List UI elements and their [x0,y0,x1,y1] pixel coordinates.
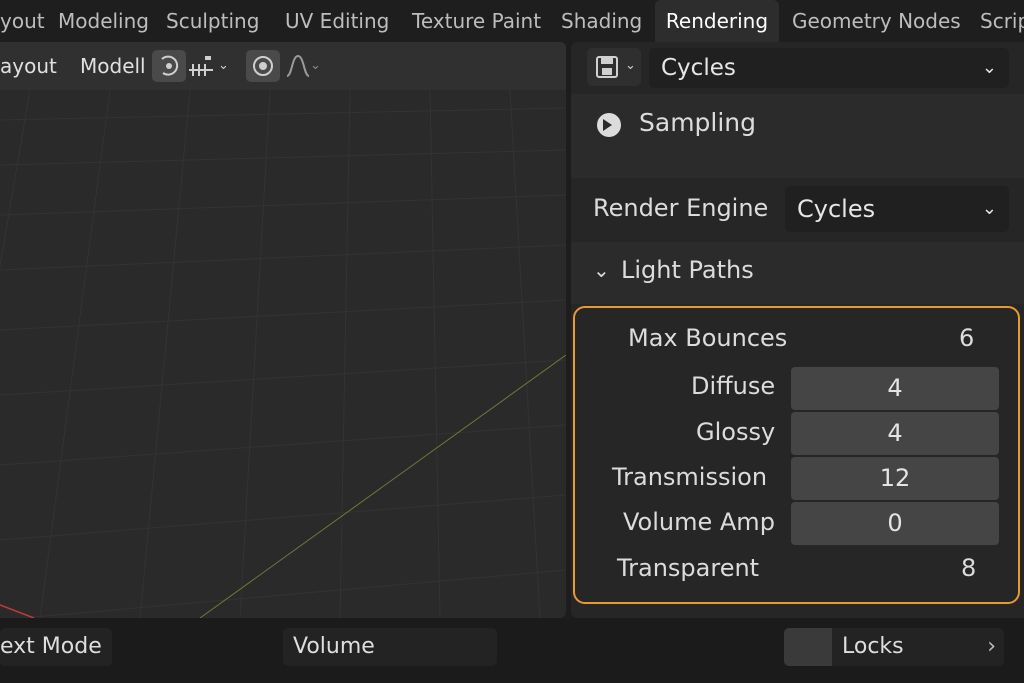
chevron-down-icon: ⌄ [981,198,997,219]
tab-layout[interactable]: yout [0,0,51,42]
tab-rendering[interactable]: Rendering [655,0,779,42]
locks-swatch [784,628,832,666]
render-engine-dropdown[interactable]: Cycles ⌄ [785,186,1009,232]
tab-sculpting[interactable]: Sculpting [162,0,263,42]
chevron-down-icon: ⌄ [218,58,229,73]
transparent-label: Transparent [617,554,760,582]
text-mode-button[interactable]: ext Mode [0,628,112,666]
glossy-field[interactable]: 4 [791,412,999,455]
tab-uv-editing[interactable]: UV Editing [281,0,393,42]
max-bounces-value[interactable]: 6 [959,324,974,352]
section-title: Sampling [639,108,757,137]
text-mode-label: ext Mode [0,634,102,659]
tab-scripting[interactable]: Scrip [976,0,1024,42]
max-bounces-label: Max Bounces [628,324,788,352]
workspace-tab-bar: yout Modeling Sculpting UV Editing Textu… [0,0,1024,42]
layout-menu[interactable]: ayout [0,42,57,90]
tab-modeling[interactable]: Modeling [54,0,153,42]
sampling-icon [597,113,621,137]
volume-amp-label: Volume Amp [623,508,775,536]
curve-falloff-icon[interactable]: ⌄ [284,50,326,82]
chevron-down-icon: ⌄ [625,58,636,73]
glossy-label: Glossy [696,418,776,446]
top-engine-value: Cycles [661,55,736,81]
chevron-down-icon: ⌄ [310,58,321,73]
viewport-header: ayout Modell ⌄ ⌄ [0,42,566,90]
chevron-down-icon: ⌄ [981,57,997,78]
overlay-icon[interactable] [246,50,280,82]
render-props-icon [596,56,618,78]
editor-type-dropdown[interactable]: ⌄ [587,48,641,86]
render-engine-label: Render Engine [593,194,769,222]
diffuse-field[interactable]: 4 [791,367,999,410]
sampling-section-header[interactable]: Sampling [571,94,1024,178]
y-axis-line [199,354,566,618]
transparent-value[interactable]: 8 [961,554,976,582]
tab-geometry-nodes[interactable]: Geometry Nodes [788,0,965,42]
transmission-field[interactable]: 12 [791,457,999,500]
volume-field[interactable]: Volume [283,628,497,666]
volume-label: Volume [293,634,375,659]
volume-amp-field[interactable]: 0 [791,502,999,545]
render-engine-value: Cycles [797,195,876,223]
properties-panel: ⌄ Cycles ⌄ Sampling Render Engine Cycles… [571,42,1024,618]
tab-texture-paint[interactable]: Texture Paint [408,0,545,42]
transmission-label: Transmission [612,463,768,491]
tab-shading[interactable]: Shading [557,0,646,42]
x-axis-line [0,604,35,618]
locks-field[interactable]: Locks › [784,628,1004,666]
locks-label: Locks [842,634,904,659]
viewport-grid [0,90,566,618]
chevron-down-icon: ⌄ [593,258,610,282]
chevron-right-icon: › [987,634,996,659]
light-paths-subpanel-header[interactable]: ⌄ Light Paths [571,242,1024,304]
3d-viewport[interactable]: ayout Modell ⌄ ⌄ [0,42,566,618]
top-engine-dropdown[interactable]: Cycles ⌄ [649,48,1009,88]
transform-pivot-icon[interactable]: ⌄ [186,50,234,82]
modeling-menu[interactable]: Modell [80,42,146,90]
status-bar: ext Mode Volume Locks › [0,618,1024,683]
gizmo-icon[interactable] [152,50,186,82]
subpanel-title: Light Paths [621,256,754,284]
diffuse-label: Diffuse [691,372,776,400]
